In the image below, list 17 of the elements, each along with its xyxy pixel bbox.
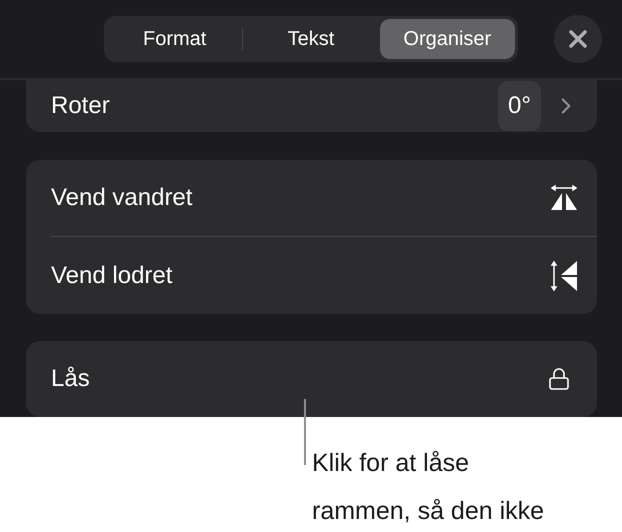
row-label: Vend lodret bbox=[51, 262, 174, 290]
row-label: Vend vandret bbox=[51, 184, 194, 212]
flip-vertical-icon bbox=[549, 260, 579, 292]
tab[interactable]: Organiser bbox=[380, 19, 515, 59]
leader-line bbox=[304, 399, 306, 465]
list-row[interactable]: Lås bbox=[26, 341, 597, 417]
tab[interactable]: Tekst bbox=[243, 19, 379, 59]
row-label: Lås bbox=[51, 365, 91, 393]
row-label: Roter bbox=[51, 92, 111, 120]
close-button[interactable] bbox=[554, 15, 602, 63]
flip-horizontal-icon bbox=[549, 185, 579, 211]
list-row[interactable]: Vend vandret bbox=[26, 160, 597, 236]
list-row[interactable]: Vend lodret bbox=[51, 236, 597, 314]
callout-text: Klik for at låse rammen, så den ikke bbox=[312, 448, 546, 527]
lock-icon bbox=[547, 367, 571, 391]
tab[interactable]: Format bbox=[107, 19, 242, 59]
rotation-value[interactable]: 0° bbox=[498, 81, 541, 131]
